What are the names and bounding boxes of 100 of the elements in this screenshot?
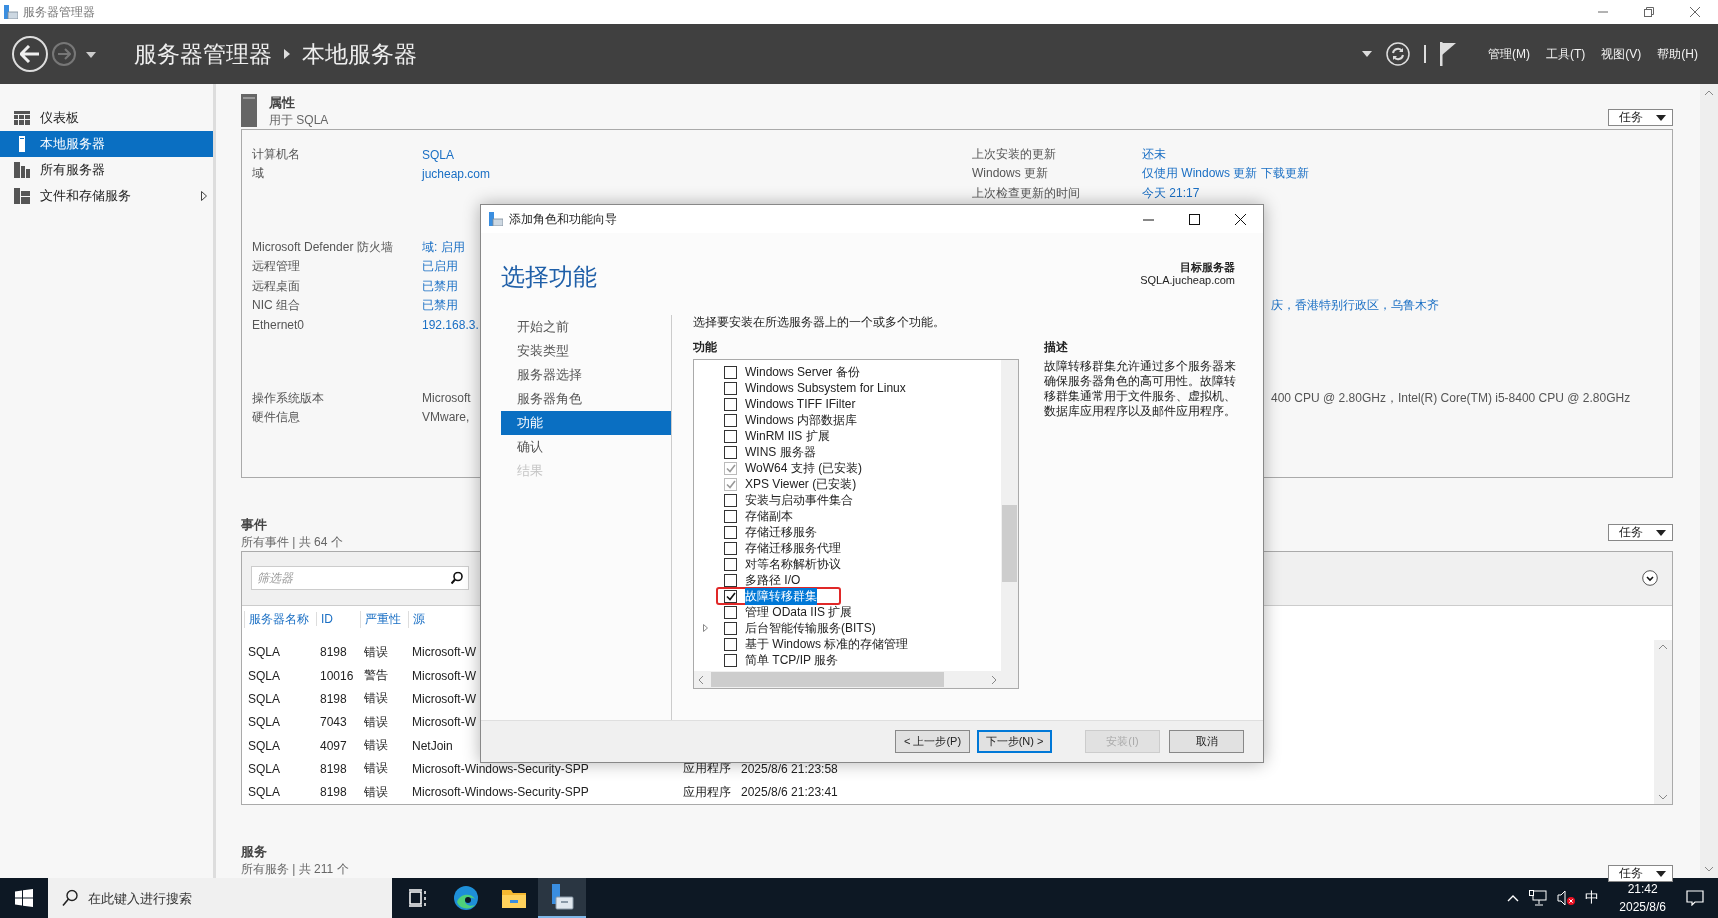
property-value: VMware,: [422, 410, 470, 425]
column-header[interactable]: 服务器名称: [244, 610, 320, 628]
feature-name[interactable]: 存储迁移服务: [745, 523, 817, 541]
property-link[interactable]: 已禁用: [422, 277, 458, 295]
feature-name[interactable]: 存储迁移服务代理: [745, 539, 841, 557]
tasks-dropdown[interactable]: 任务: [1608, 865, 1673, 882]
taskbar-app[interactable]: [538, 878, 586, 918]
feature-name[interactable]: WinRM IIS 扩展: [745, 427, 830, 445]
tasks-dropdown[interactable]: 任务: [1608, 524, 1673, 541]
wizard-step[interactable]: 安装类型: [501, 339, 671, 363]
property-link[interactable]: 已启用: [422, 258, 458, 276]
dialog-button[interactable]: 下一步(N) >: [977, 730, 1052, 753]
expand-arrow-icon[interactable]: [702, 624, 708, 632]
scrollbar[interactable]: [1001, 360, 1018, 671]
wizard-step[interactable]: 服务器选择: [501, 363, 671, 387]
feature-name[interactable]: 安装与启动事件集合: [745, 491, 853, 509]
feature-name[interactable]: 后台智能传输服务(BITS): [745, 619, 876, 637]
scrollbar[interactable]: [694, 671, 1018, 688]
feature-name[interactable]: 多路径 I/O: [745, 571, 801, 589]
property-link[interactable]: 仅使用 Windows 更新 下载更新: [1142, 165, 1309, 183]
back-button[interactable]: [12, 36, 48, 72]
checkbox[interactable]: [724, 397, 737, 411]
checkbox[interactable]: [724, 621, 737, 635]
sidebar-item[interactable]: 所有服务器: [0, 157, 213, 183]
property-link[interactable]: 还未: [1142, 146, 1166, 164]
feature-name[interactable]: 管理 OData IIS 扩展: [745, 603, 853, 621]
column-header[interactable]: ID: [316, 612, 364, 627]
menu-item[interactable]: 工具(T): [1538, 45, 1594, 63]
checkbox[interactable]: [724, 589, 737, 603]
scroll-left-icon: [698, 674, 704, 685]
feature-name[interactable]: Windows TIFF IFilter: [745, 397, 856, 411]
menu-item[interactable]: 管理(M): [1480, 45, 1538, 63]
property-link[interactable]: 庆，香港特别行政区，乌鲁木齐: [1271, 296, 1439, 314]
muted-speaker-icon[interactable]: [1557, 890, 1576, 906]
checkbox[interactable]: [724, 413, 737, 427]
checkbox[interactable]: [724, 653, 737, 667]
feature-name[interactable]: Windows Server 备份: [745, 363, 860, 381]
checkbox[interactable]: [724, 557, 737, 571]
wizard-step[interactable]: 服务器角色: [501, 387, 671, 411]
sidebar-item[interactable]: 仪表板: [0, 105, 213, 131]
property-link[interactable]: 域: 启用: [422, 239, 465, 257]
checkbox[interactable]: [724, 573, 737, 587]
sidebar-item[interactable]: 文件和存储服务: [0, 183, 213, 209]
feature-name[interactable]: 存储副本: [745, 507, 793, 525]
dialog-button[interactable]: < 上一步(P): [895, 730, 970, 753]
checkbox[interactable]: [724, 637, 737, 651]
feature-name[interactable]: 基于 Windows 标准的存储管理: [745, 635, 909, 653]
checkbox[interactable]: [724, 429, 737, 443]
feature-name[interactable]: Windows 内部数据库: [745, 411, 857, 429]
tasks-dropdown[interactable]: 任务: [1608, 109, 1673, 126]
chevron-up-icon[interactable]: [1507, 894, 1520, 902]
taskbar-search-field[interactable]: 在此键入进行搜索: [48, 878, 392, 918]
property-link[interactable]: SQLA: [422, 147, 454, 162]
sidebar-item[interactable]: 本地服务器: [0, 131, 213, 157]
feature-name[interactable]: 简单 TCP/IP 服务: [745, 651, 839, 669]
property-link[interactable]: 192.168.3.: [422, 317, 479, 332]
dialog-button[interactable]: 取消: [1169, 730, 1244, 753]
wizard-step[interactable]: 确认: [501, 435, 671, 459]
checkbox[interactable]: [724, 541, 737, 555]
column-header[interactable]: 严重性: [360, 610, 412, 628]
checkbox[interactable]: [724, 365, 737, 379]
wizard-step[interactable]: 功能: [501, 411, 671, 435]
property-link[interactable]: 今天 21:17: [1142, 184, 1200, 202]
feature-name[interactable]: 故障转移群集: [745, 587, 817, 605]
feature-name[interactable]: 对等名称解析协议: [745, 555, 841, 573]
table-cell: 错误: [364, 713, 388, 731]
menu-item[interactable]: 视图(V): [1593, 45, 1650, 63]
property-link[interactable]: jucheap.com: [422, 166, 491, 181]
property-label: 上次安装的更新: [972, 146, 1057, 164]
menu-item[interactable]: 帮助(H): [1649, 45, 1706, 63]
breadcrumb-item[interactable]: 服务器管理器: [134, 38, 272, 70]
section-title: 属性: [269, 94, 296, 112]
storage-icon: [14, 188, 30, 204]
input-method-indicator[interactable]: 中: [1585, 889, 1600, 907]
section-title: 事件: [241, 516, 268, 534]
checkbox[interactable]: [724, 493, 737, 507]
window-title: 服务器管理器: [23, 3, 96, 21]
close-icon: [1234, 213, 1246, 225]
refresh-icon[interactable]: [1386, 42, 1410, 66]
filter-field[interactable]: 筛选器: [251, 566, 469, 591]
clock[interactable]: 21:42 2025/8/6: [1619, 880, 1666, 916]
wizard-step[interactable]: 开始之前: [501, 315, 671, 339]
notification-icon[interactable]: [1686, 890, 1704, 906]
scrollbar[interactable]: [1700, 84, 1718, 878]
checkbox[interactable]: [724, 509, 737, 523]
expand-circle-icon[interactable]: [1642, 570, 1658, 587]
scroll-down-icon: [1658, 794, 1668, 800]
flag-icon[interactable]: [1440, 42, 1456, 66]
scroll-up-icon: [1704, 90, 1714, 96]
checkbox[interactable]: [724, 445, 737, 459]
property-link[interactable]: 已禁用: [422, 296, 458, 314]
feature-name[interactable]: WINS 服务器: [745, 443, 816, 461]
network-icon[interactable]: [1529, 890, 1548, 906]
checkbox[interactable]: [724, 381, 737, 395]
checkbox[interactable]: [724, 605, 737, 619]
feature-name[interactable]: Windows Subsystem for Linux: [745, 381, 906, 395]
checkbox[interactable]: [724, 525, 737, 539]
scrollbar[interactable]: [1654, 640, 1672, 804]
table-cell: 8198: [320, 785, 347, 800]
servers-icon: [14, 162, 30, 178]
